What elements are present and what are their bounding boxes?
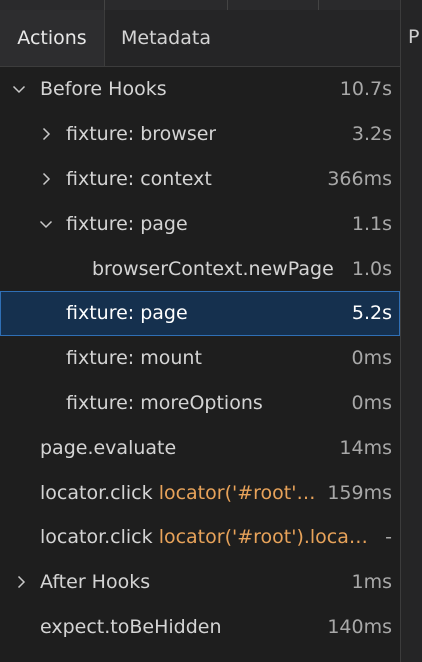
action-duration: 10.7s bbox=[339, 78, 392, 101]
chevron-right-icon[interactable] bbox=[37, 125, 55, 143]
action-duration: 1.0s bbox=[351, 257, 392, 280]
action-duration: 1ms bbox=[351, 571, 393, 594]
action-duration: 1.1s bbox=[351, 212, 392, 235]
action-row-fixture-moreoptions[interactable]: fixture: moreOptions 0ms bbox=[0, 381, 400, 426]
action-label: fixture: page bbox=[66, 302, 188, 325]
action-method: locator.click bbox=[40, 526, 153, 549]
action-selector-arg: locator('#root').loca… bbox=[158, 526, 368, 549]
right-pane: P bbox=[400, 0, 422, 662]
action-duration: 14ms bbox=[339, 436, 392, 459]
action-label: fixture: browser bbox=[66, 123, 217, 146]
action-row-fixture-page[interactable]: fixture: page 1.1s bbox=[0, 201, 400, 246]
chevron-right-icon[interactable] bbox=[37, 170, 55, 188]
action-row-locator-click[interactable]: locator.click locator('#root').loca… - bbox=[0, 515, 400, 560]
action-row-page-evaluate[interactable]: page.evaluate 14ms bbox=[0, 425, 400, 470]
action-selector-arg: locator('#root'… bbox=[158, 481, 316, 504]
action-label: fixture: moreOptions bbox=[66, 391, 263, 414]
tab-bar: Actions Metadata bbox=[0, 10, 400, 67]
tab-actions[interactable]: Actions bbox=[0, 10, 105, 66]
chevron-down-icon[interactable] bbox=[10, 80, 28, 98]
action-duration: 140ms bbox=[327, 615, 392, 638]
action-row-fixture-mount[interactable]: fixture: mount 0ms bbox=[0, 336, 400, 381]
action-row-expect-tobehidden[interactable]: expect.toBeHidden 140ms bbox=[0, 605, 400, 650]
action-label: expect.toBeHidden bbox=[40, 615, 222, 638]
action-label: Before Hooks bbox=[40, 78, 167, 101]
chevron-down-icon[interactable] bbox=[37, 215, 55, 233]
action-duration: 366ms bbox=[327, 167, 392, 190]
action-duration: 3.2s bbox=[351, 123, 392, 146]
right-pane-tab-label[interactable]: P bbox=[408, 26, 419, 48]
action-row-fixture-page-selected[interactable]: fixture: page 5.2s bbox=[0, 290, 400, 336]
action-row-locator-click[interactable]: locator.click locator('#root'… 159ms bbox=[0, 470, 400, 515]
action-row-fixture-browser[interactable]: fixture: browser 3.2s bbox=[0, 112, 400, 157]
action-label: page.evaluate bbox=[40, 436, 177, 459]
action-label: browserContext.newPage bbox=[92, 257, 334, 280]
action-label: locator.click locator('#root').loca… bbox=[40, 526, 368, 548]
action-label: locator.click locator('#root'… bbox=[40, 482, 315, 504]
action-label: fixture: context bbox=[66, 167, 212, 190]
action-label: After Hooks bbox=[40, 571, 151, 594]
action-row-before-hooks[interactable]: Before Hooks 10.7s bbox=[0, 67, 400, 112]
action-label: fixture: page bbox=[66, 212, 188, 235]
action-method: locator.click bbox=[40, 481, 153, 504]
top-strip-divider bbox=[104, 0, 105, 10]
action-duration: 0ms bbox=[351, 347, 393, 370]
action-label: fixture: mount bbox=[66, 347, 202, 370]
action-duration: - bbox=[385, 526, 392, 549]
chevron-right-icon[interactable] bbox=[12, 573, 30, 591]
action-row-browsercontext-newpage[interactable]: browserContext.newPage 1.0s bbox=[0, 246, 400, 291]
top-strip-divider bbox=[318, 0, 319, 10]
tab-metadata[interactable]: Metadata bbox=[105, 10, 227, 66]
actions-list: Before Hooks 10.7s fixture: browser 3.2s… bbox=[0, 67, 400, 649]
action-row-fixture-context[interactable]: fixture: context 366ms bbox=[0, 157, 400, 202]
action-duration: 159ms bbox=[327, 481, 392, 504]
action-row-after-hooks[interactable]: After Hooks 1ms bbox=[0, 560, 400, 605]
action-duration: 0ms bbox=[351, 391, 393, 414]
top-strip-divider bbox=[227, 0, 228, 10]
action-duration: 5.2s bbox=[351, 302, 392, 325]
